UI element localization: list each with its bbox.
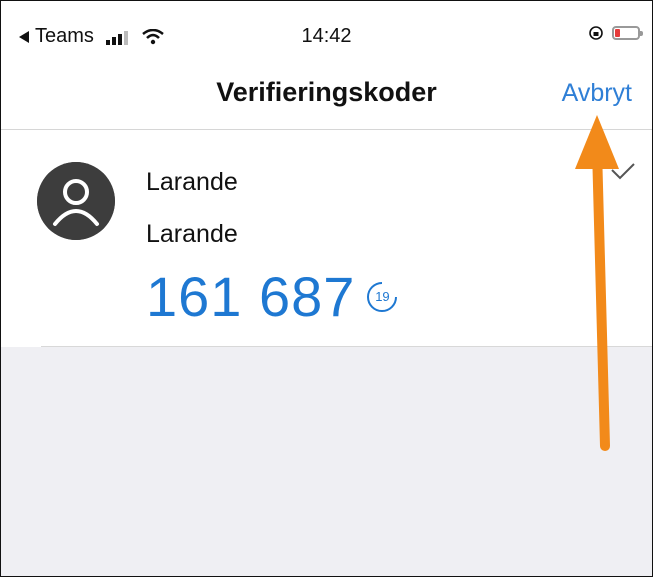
status-time: 14:42 <box>301 25 352 47</box>
rotation-lock-icon <box>589 26 603 40</box>
avatar <box>37 162 115 240</box>
navigation-bar: Verifieringskoder Avbryt <box>1 71 652 130</box>
timer-seconds: 19 <box>375 288 390 304</box>
account-issuer: Larande <box>146 168 238 196</box>
chevron-down-icon[interactable] <box>608 156 638 186</box>
status-right-icons <box>588 25 643 41</box>
status-bar: Teams 14:42 <box>1 1 652 71</box>
verification-code: 161 687 <box>146 265 356 328</box>
account-list-item[interactable]: Larande Larande 161 687 19 <box>1 130 652 346</box>
battery-icon <box>612 26 643 40</box>
empty-list-area <box>1 347 652 576</box>
phone-screen: Teams 14:42 Verifieringskoder Avbryt Lar… <box>0 0 653 577</box>
account-name: Larande <box>146 220 238 248</box>
verification-code-row: 161 687 19 <box>146 264 399 329</box>
cancel-button[interactable]: Avbryt <box>562 79 632 108</box>
page-title: Verifieringskoder <box>216 77 437 107</box>
countdown-timer: 19 <box>365 280 399 314</box>
